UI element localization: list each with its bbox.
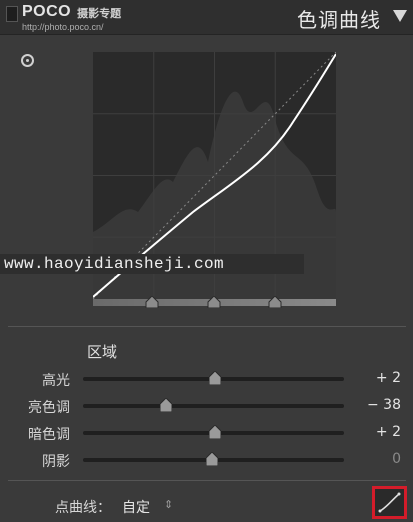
slider-highlights[interactable]: 高光 + 2 xyxy=(0,369,413,391)
point-curve-label: 点曲线： xyxy=(55,500,111,516)
slider-thumb[interactable] xyxy=(206,452,218,466)
panel-menu-icon[interactable] xyxy=(393,10,407,22)
slider-value[interactable]: 0 xyxy=(392,451,401,467)
tone-curve-panel: POCO 摄影专题 http://photo.poco.cn/ 色调曲线 www… xyxy=(0,0,413,522)
point-curve-stepper-icon[interactable]: ⇕ xyxy=(164,498,173,511)
slider-label: 亮色调 xyxy=(28,400,70,416)
slider-label: 暗色调 xyxy=(28,427,70,443)
point-curve-edit-button[interactable] xyxy=(372,486,407,519)
split-handle-icon[interactable] xyxy=(268,296,282,308)
slider-darks[interactable]: 暗色调 + 2 xyxy=(0,423,413,445)
split-handle-icon[interactable] xyxy=(145,296,159,308)
slider-track[interactable] xyxy=(83,404,344,408)
slider-thumb[interactable] xyxy=(209,371,221,385)
brand-logo: POCO xyxy=(22,3,72,20)
panel-header[interactable]: POCO 摄影专题 http://photo.poco.cn/ 色调曲线 xyxy=(0,0,413,35)
brand-url: http://photo.poco.cn/ xyxy=(22,22,104,32)
slider-value[interactable]: + 2 xyxy=(376,424,401,440)
split-handle-icon[interactable] xyxy=(207,296,221,308)
slider-thumb[interactable] xyxy=(209,425,221,439)
slider-lights[interactable]: 亮色调 − 38 xyxy=(0,396,413,418)
point-curve-select[interactable]: 自定 xyxy=(122,497,150,517)
divider xyxy=(8,326,406,327)
slider-value[interactable]: − 38 xyxy=(367,397,401,413)
target-adjust-icon[interactable] xyxy=(21,54,34,67)
site-watermark: www.haoyidiansheji.com xyxy=(0,254,304,274)
slider-label: 高光 xyxy=(42,373,70,389)
slider-thumb[interactable] xyxy=(160,398,172,412)
panel-title: 色调曲线 xyxy=(297,8,381,32)
point-curve-edit-icon xyxy=(378,492,401,513)
region-title: 区域 xyxy=(87,343,118,361)
slider-value[interactable]: + 2 xyxy=(376,370,401,386)
slider-shadows[interactable]: 阴影 0 xyxy=(0,450,413,472)
brand-subtitle: 摄影专题 xyxy=(77,7,122,20)
slider-label: 阴影 xyxy=(42,454,70,470)
brand-watermark: POCO 摄影专题 http://photo.poco.cn/ xyxy=(22,3,121,32)
divider xyxy=(8,480,406,481)
collapse-handle-icon[interactable] xyxy=(6,6,18,22)
